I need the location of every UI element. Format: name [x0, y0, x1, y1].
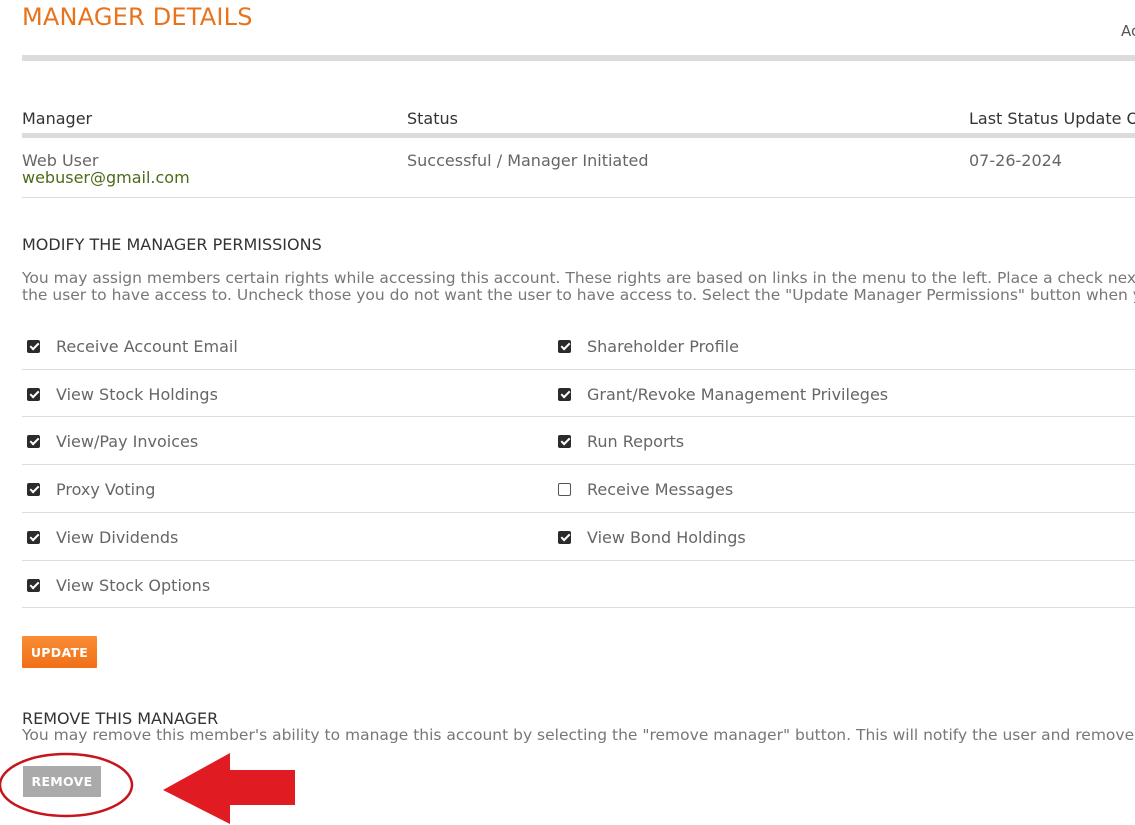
annotation-arrow-icon	[163, 753, 295, 824]
permission-label: Run Reports	[587, 431, 685, 451]
permission-view-stock-holdings[interactable]: View Stock Holdings	[27, 384, 218, 404]
permission-view-bond-holdings[interactable]: View Bond Holdings	[558, 527, 746, 547]
manager-status: Successful / Manager Initiated	[407, 151, 649, 170]
permission-label: View Stock Options	[56, 575, 211, 595]
checkbox-run-reports[interactable]	[558, 434, 571, 448]
remove-button[interactable]: REMOVE	[23, 766, 101, 797]
remove-description: You may remove this member's ability to …	[22, 726, 1135, 744]
checkbox-receive-account-email[interactable]	[27, 339, 40, 353]
permission-label: Receive Messages	[587, 479, 734, 499]
permission-view-dividends[interactable]: View Dividends	[27, 527, 178, 547]
permissions-section-title: MODIFY THE MANAGER PERMISSIONS	[22, 235, 322, 254]
page-title: MANAGER DETAILS	[22, 3, 253, 31]
permission-row-divider	[22, 560, 1135, 561]
checkbox-grant-revoke-management-privileges[interactable]	[558, 387, 571, 401]
permission-receive-account-email[interactable]: Receive Account Email	[27, 336, 238, 356]
permissions-description-line-2: the user to have access to. Uncheck thos…	[22, 286, 1135, 304]
table-header-divider	[22, 133, 1135, 138]
permission-label: View Stock Holdings	[56, 384, 218, 404]
checkbox-receive-messages[interactable]	[558, 482, 571, 496]
permission-label: Receive Account Email	[56, 336, 238, 356]
permission-grant-revoke-management-privileges[interactable]: Grant/Revoke Management Privileges	[558, 384, 888, 404]
checkbox-shareholder-profile[interactable]	[558, 339, 571, 353]
permission-row-divider	[22, 464, 1135, 465]
permission-label: View Dividends	[56, 527, 179, 547]
checkbox-view-stock-options[interactable]	[27, 578, 40, 592]
top-right-truncated-text: Ac	[1121, 22, 1135, 40]
permission-proxy-voting[interactable]: Proxy Voting	[27, 479, 155, 499]
checkbox-view-dividends[interactable]	[27, 530, 40, 544]
permission-shareholder-profile[interactable]: Shareholder Profile	[558, 336, 739, 356]
manager-last-update: 07-26-2024	[969, 151, 1062, 170]
permissions-description-line-1: You may assign members certain rights wh…	[22, 269, 1135, 287]
permission-view-pay-invoices[interactable]: View/Pay Invoices	[27, 431, 198, 451]
permission-row-divider	[22, 416, 1135, 417]
column-header-last-status-update: Last Status Update On	[969, 109, 1135, 128]
checkbox-proxy-voting[interactable]	[27, 482, 40, 496]
manager-details-page: MANAGER DETAILS Ac Manager Status Last S…	[0, 0, 1135, 825]
permission-run-reports[interactable]: Run Reports	[558, 431, 684, 451]
permission-row-divider	[22, 512, 1135, 513]
permission-receive-messages[interactable]: Receive Messages	[558, 479, 733, 499]
permission-label: Proxy Voting	[56, 479, 156, 499]
permission-label: View Bond Holdings	[587, 527, 746, 547]
permission-label: Shareholder Profile	[587, 336, 739, 356]
column-header-manager: Manager	[22, 109, 93, 128]
permission-row-divider	[22, 369, 1135, 370]
permission-label: Grant/Revoke Management Privileges	[587, 384, 889, 404]
permission-row-divider	[22, 607, 1135, 608]
title-divider	[22, 55, 1135, 61]
manager-email: webuser@gmail.com	[22, 168, 190, 187]
column-header-status: Status	[407, 109, 458, 128]
permission-label: View/Pay Invoices	[56, 431, 199, 451]
checkbox-view-bond-holdings[interactable]	[558, 530, 571, 544]
permission-view-stock-options[interactable]: View Stock Options	[27, 575, 210, 595]
checkbox-view-stock-holdings[interactable]	[27, 387, 40, 401]
update-button[interactable]: UPDATE	[22, 636, 97, 668]
checkbox-view-pay-invoices[interactable]	[27, 434, 40, 448]
red-annotation-overlay	[0, 752, 295, 824]
table-row-divider	[22, 197, 1135, 198]
